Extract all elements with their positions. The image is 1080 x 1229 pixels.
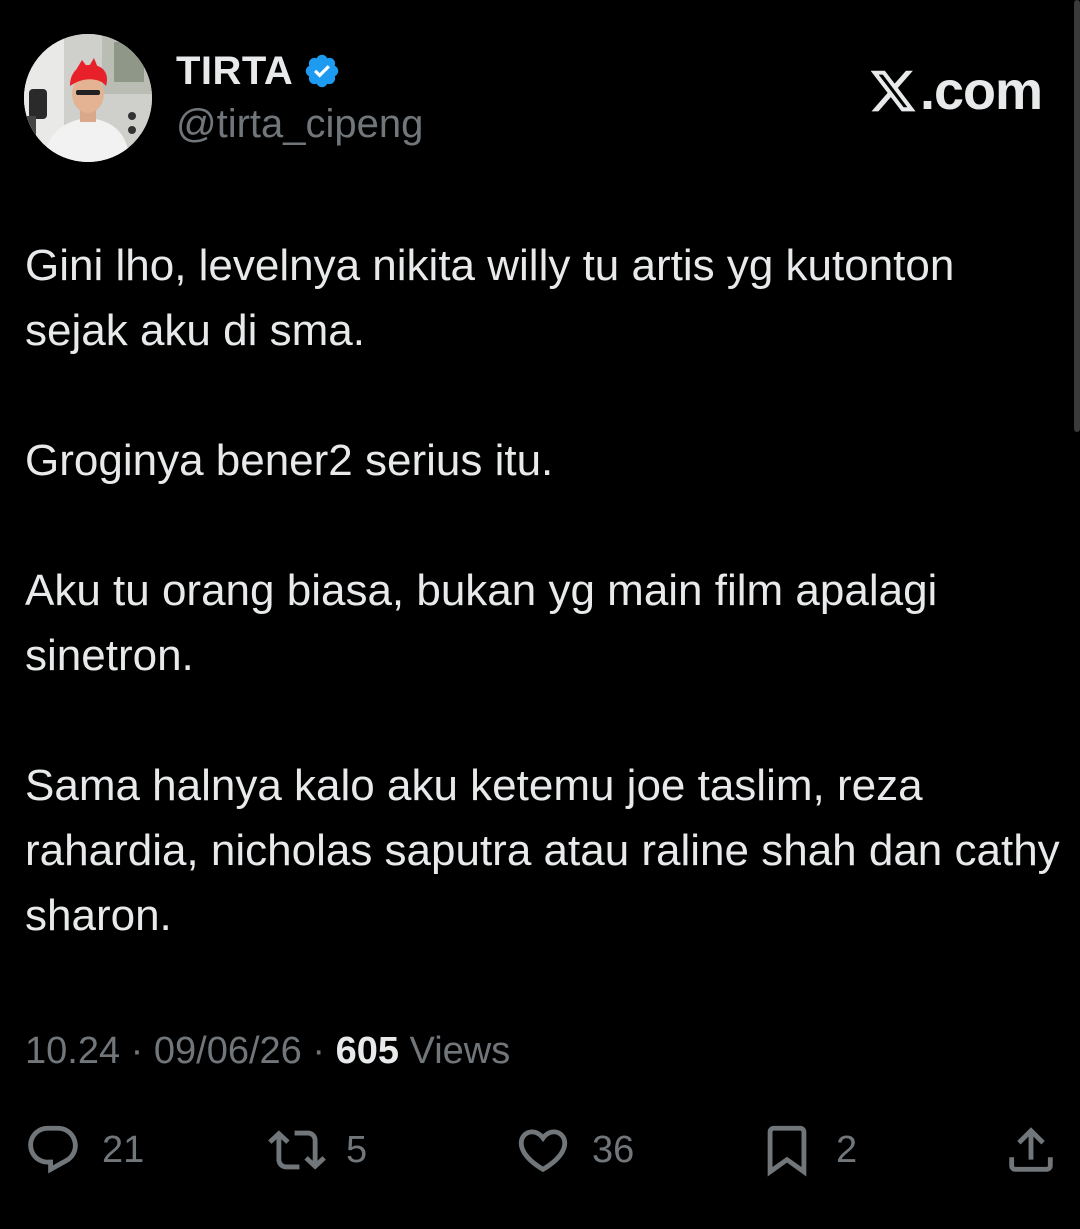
bookmark-count: 2 bbox=[836, 1128, 858, 1171]
author-block: TIRTA @tirta_cipeng bbox=[176, 46, 423, 147]
views-count: 605 bbox=[335, 1030, 399, 1072]
reply-count: 21 bbox=[102, 1128, 145, 1171]
avatar[interactable] bbox=[24, 34, 152, 162]
verified-badge-icon bbox=[303, 52, 341, 90]
meta-separator: · bbox=[312, 1030, 326, 1072]
tweet-meta: 10.24 · 09/06/26 · 605 Views bbox=[25, 1030, 510, 1073]
tweet-header: TIRTA @tirta_cipeng .com bbox=[24, 32, 1043, 162]
brand-watermark: .com bbox=[868, 60, 1043, 122]
x-logo-icon bbox=[868, 66, 918, 116]
repost-button[interactable]: 5 bbox=[268, 1120, 367, 1180]
heart-icon bbox=[514, 1121, 572, 1179]
bookmark-icon bbox=[758, 1121, 816, 1179]
like-count: 36 bbox=[592, 1128, 635, 1171]
share-icon bbox=[1002, 1121, 1060, 1179]
tweet-paragraph: Sama halnya kalo aku ketemu joe taslim, … bbox=[25, 761, 1060, 940]
repost-count: 5 bbox=[346, 1128, 368, 1171]
meta-separator: · bbox=[130, 1030, 144, 1072]
tweet-paragraph: Aku tu orang biasa, bukan yg main film a… bbox=[25, 566, 938, 680]
tweet-paragraph: Groginya bener2 serius itu. bbox=[25, 436, 554, 485]
tweet-time[interactable]: 10.24 bbox=[25, 1030, 120, 1072]
brand-label: .com bbox=[919, 61, 1043, 121]
share-button[interactable] bbox=[1002, 1120, 1060, 1180]
bookmark-button[interactable]: 2 bbox=[758, 1120, 857, 1180]
tweet-paragraph: Gini lho, levelnya nikita willy tu artis… bbox=[25, 241, 955, 355]
repost-icon bbox=[268, 1121, 326, 1179]
author-handle[interactable]: @tirta_cipeng bbox=[176, 102, 423, 147]
scrollbar[interactable] bbox=[1074, 0, 1080, 432]
tweet-text: Gini lho, levelnya nikita willy tu artis… bbox=[25, 233, 1065, 948]
tweet-date[interactable]: 09/06/26 bbox=[154, 1030, 302, 1072]
action-bar: 21 5 36 2 bbox=[24, 1120, 1060, 1180]
reply-icon bbox=[24, 1121, 82, 1179]
views-label: Views bbox=[409, 1030, 511, 1072]
reply-button[interactable]: 21 bbox=[24, 1120, 144, 1180]
like-button[interactable]: 36 bbox=[514, 1120, 634, 1180]
author-name[interactable]: TIRTA bbox=[176, 49, 293, 94]
